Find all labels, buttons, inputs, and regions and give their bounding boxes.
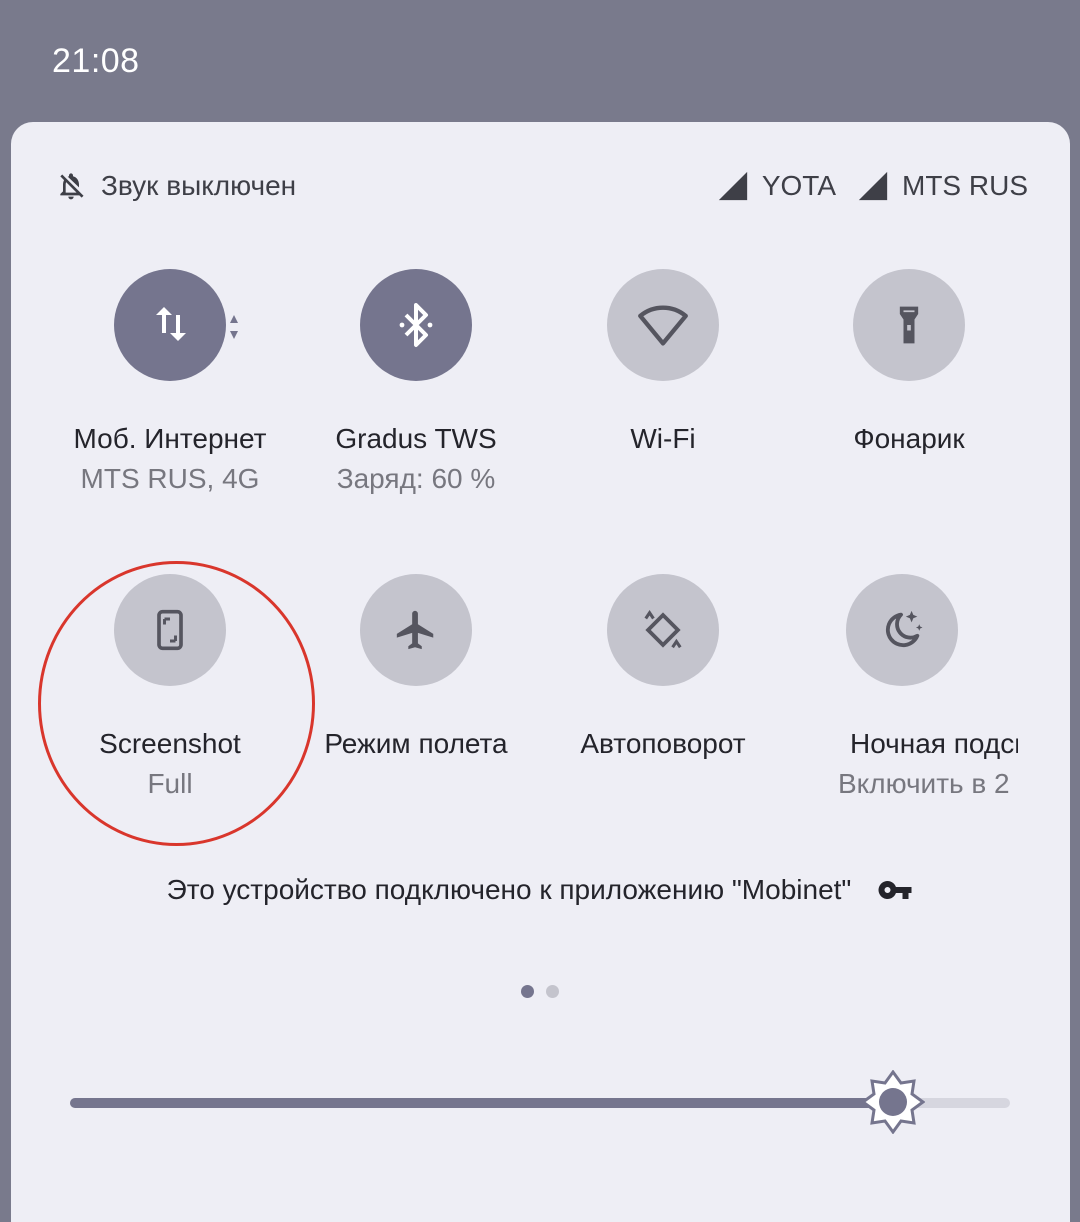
tile-auto-rotate[interactable]: Автоповорот [540,574,786,760]
bell-off-icon [60,173,84,200]
tile-label: Моб. Интернет [73,423,267,454]
tile-label: Gradus TWS [335,423,497,454]
bluetooth-icon [399,303,433,347]
tile-sublabel: Заряд: 60 % [336,463,496,494]
tile-label: Screenshot [99,728,241,759]
carrier-yota: YOTA [716,169,836,203]
page-dot [546,985,559,998]
mobile-data-icon [156,307,186,341]
tile-flashlight[interactable]: Фонарик [786,269,1032,455]
brightness-slider[interactable] [70,1070,1010,1134]
brightness-thumb-icon[interactable] [861,1070,925,1134]
tile-wifi[interactable]: Wi-Fi [540,269,786,455]
tile-mobile-data-button[interactable] [114,269,226,381]
airplane-icon [396,610,434,650]
wifi-icon [638,305,688,346]
tile-night-light-button[interactable] [846,574,958,686]
signal-icon [718,171,748,201]
carrier-name: YOTA [761,170,836,201]
signal-icon [858,171,888,201]
page-dot-active [521,985,534,998]
tile-screenshot[interactable]: Screenshot Full [47,574,293,800]
ringer-status[interactable]: Звук выключен [55,166,296,206]
tile-screenshot-button[interactable] [114,574,226,686]
auto-rotate-icon [644,609,682,649]
tile-night-light[interactable]: Ночная подсветка Включить в 2 [786,574,1018,800]
tile-airplane-button[interactable] [360,574,472,686]
night-light-icon [885,610,923,648]
tile-flashlight-button[interactable] [853,269,965,381]
tile-airplane[interactable]: Режим полета [293,574,539,760]
tile-bluetooth[interactable]: Gradus TWS Заряд: 60 % [293,269,539,495]
tile-label: Ночная подсветка [850,728,1018,759]
tile-label: Режим полета [324,728,508,759]
device-note-text: Это устройство подключено к приложению "… [166,874,852,905]
tile-label: Автоповорот [580,728,746,759]
tile-label: Wi-Fi [630,423,696,454]
flashlight-icon [899,306,919,344]
page-indicator [521,985,559,998]
screenshot-icon [157,609,183,651]
device-management-note[interactable]: Это устройство подключено к приложению "… [0,872,1080,908]
carrier-name: MTS RUS [902,170,1028,201]
carrier-list: YOTA MTS RUS [716,166,1028,206]
tile-sublabel: MTS RUS, 4G [80,463,260,494]
carrier-mts: MTS RUS [856,169,1028,203]
tile-sublabel: Включить в 2 [838,768,1010,799]
ringer-label: Звук выключен [101,170,297,201]
key-icon [878,881,912,899]
tile-label: Фонарик [853,423,965,454]
brightness-fill [70,1098,893,1108]
tile-bluetooth-button[interactable] [360,269,472,381]
tile-wifi-button[interactable] [607,269,719,381]
tile-mobile-data[interactable]: Моб. Интернет MTS RUS, 4G [47,269,293,495]
panel-header: Звук выключен YOTA MTS RUS [11,122,1070,247]
tile-auto-rotate-button[interactable] [607,574,719,686]
status-time: 21:08 [52,42,140,80]
data-activity-icon [230,315,238,339]
tile-sublabel: Full [147,768,193,799]
